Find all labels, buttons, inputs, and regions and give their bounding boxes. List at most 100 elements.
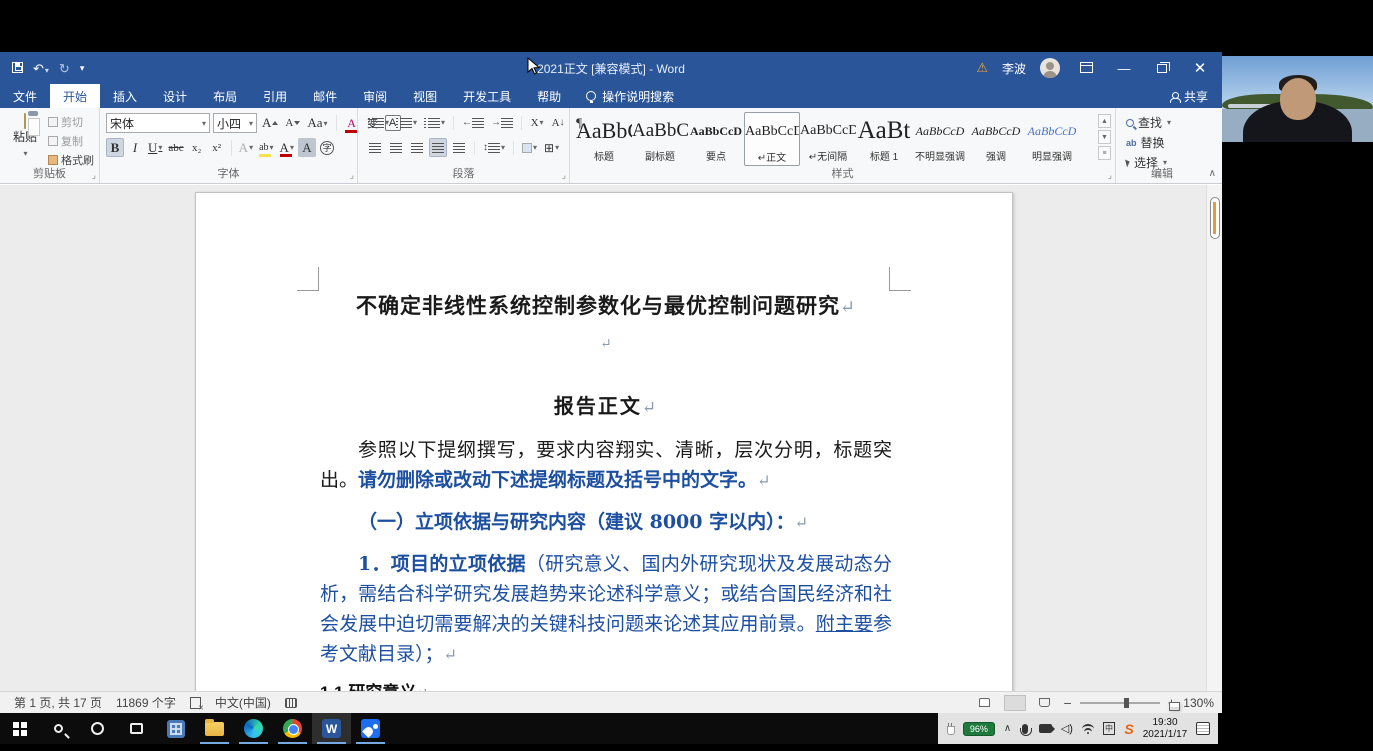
copy-button[interactable]: 复制 [48,133,94,149]
calculator-button[interactable] [156,713,195,744]
speaker-icon[interactable]: ◁) [1061,722,1073,735]
styles-scroll-up[interactable]: ▲ [1098,114,1111,128]
insert-mode-icon[interactable] [284,697,297,708]
proofing-errors-icon[interactable] [189,696,204,712]
share-button[interactable]: 共享 [1169,84,1208,108]
text-effects-button[interactable]: A ▾ [237,138,255,157]
ribbon-display-options-button[interactable] [1074,61,1098,76]
tab-view[interactable]: 视图 [400,84,450,108]
styles-dialog-launcher[interactable]: ⌟ [1108,170,1112,181]
scrollbar-thumb[interactable] [1210,197,1220,239]
cortana-button[interactable] [78,713,117,744]
print-layout-button[interactable] [1003,694,1180,711]
vertical-scrollbar[interactable] [1206,185,1222,691]
microphone-icon[interactable] [1020,723,1032,736]
battery-indicator[interactable]: 96% [962,721,995,736]
task-view-button[interactable] [117,713,156,744]
align-right-button[interactable] [408,138,426,157]
sogou-input-icon[interactable]: S [1124,721,1133,737]
tab-insert[interactable]: 插入 [100,84,150,108]
numbering-button[interactable]: ▾ [394,113,419,132]
align-center-button[interactable] [387,138,405,157]
font-name-combo[interactable]: 宋体 ▾ [106,113,210,133]
style-keypoints[interactable]: AaBbCcD 要点 [688,112,744,166]
cut-button[interactable]: 剪切 [48,114,94,130]
styles-scroll-down[interactable]: ▼ [1098,130,1111,144]
read-mode-button[interactable] [974,695,996,711]
document-page[interactable]: 不确定非线性系统控制参数化与最优控制问题研究↵ ↵ 报告正文↵ 参照以下提纲撰写… [195,192,1013,691]
edge-button[interactable] [234,713,273,744]
tell-me-search[interactable]: 操作说明搜索 [574,84,686,108]
zoom-level[interactable]: 130% [1183,696,1214,710]
language-indicator[interactable]: 中文(中国) [215,694,271,711]
change-case-button[interactable]: Aa ▾ [305,114,329,133]
notification-center-icon[interactable] [1196,722,1210,735]
tab-layout[interactable]: 布局 [200,84,250,108]
justify-button[interactable] [429,138,447,157]
tab-developer[interactable]: 开发工具 [450,84,524,108]
font-size-combo[interactable]: 小四 ▾ [213,113,257,133]
font-color-button[interactable]: A ▾ [278,138,296,157]
style-heading1[interactable]: AaBt 标题 1 [856,112,912,166]
camera-icon[interactable] [1039,724,1055,733]
increase-indent-button[interactable]: → [489,113,515,132]
restore-button[interactable] [1150,61,1174,76]
chrome-button[interactable] [273,713,312,744]
wifi-icon[interactable] [1081,723,1094,734]
tab-references[interactable]: 引用 [250,84,300,108]
file-explorer-button[interactable] [195,713,234,744]
tab-design[interactable]: 设计 [150,84,200,108]
tab-review[interactable]: 审阅 [350,84,400,108]
word-taskbar-button[interactable]: W [312,713,351,744]
minimize-button[interactable]: — [1112,61,1136,76]
tray-expand-chevron[interactable]: ∧ [1004,723,1011,734]
clock[interactable]: 19:30 2021/1/17 [1143,717,1188,741]
bullets-button[interactable]: ▾ [366,113,391,132]
decrease-indent-button[interactable]: ← [460,113,486,132]
grow-font-button[interactable]: A [260,114,280,133]
find-button[interactable]: 查找 ▾ [1126,114,1171,131]
underline-button[interactable]: U ▾ [146,138,164,157]
tab-help[interactable]: 帮助 [524,84,574,108]
enclose-characters-button[interactable]: 字 [318,138,336,157]
replace-button[interactable]: ab 替换 [1126,134,1165,151]
user-name[interactable]: 李波 [1002,60,1026,77]
style-emphasis[interactable]: AaBbCcD 强调 [968,112,1024,166]
character-shading-button[interactable]: A [297,138,316,157]
shrink-font-button[interactable]: A [283,114,302,133]
styles-more-button[interactable]: ≡ [1098,146,1111,160]
distribute-button[interactable] [450,138,468,157]
multilevel-list-button[interactable]: ▾ [422,113,447,132]
warning-icon[interactable]: ⚠ [976,60,988,76]
tab-mailings[interactable]: 邮件 [300,84,350,108]
font-dialog-launcher[interactable]: ⌟ [350,170,354,181]
line-spacing-button[interactable]: ↕ ▾ [481,138,507,157]
redo-icon[interactable]: ↻ [59,62,70,75]
collapse-ribbon-chevron[interactable]: ∧ [1209,168,1216,179]
zoom-slider-thumb[interactable] [1123,697,1129,708]
subscript-button[interactable]: x₂ [188,138,206,157]
taskbar-search-button[interactable] [39,713,78,744]
paste-button[interactable]: 粘贴 ▾ [6,113,44,166]
style-subtle-emphasis[interactable]: AaBbCcD 不明显强调 [912,112,968,166]
start-button[interactable] [0,713,39,744]
highlight-button[interactable]: ab ▾ [257,138,275,157]
paragraph-dialog-launcher[interactable]: ⌟ [562,170,566,181]
meeting-app-button[interactable] [351,713,390,744]
asian-layout-button[interactable]: X ▾ [528,113,546,132]
tab-home[interactable]: 开始 [50,84,101,108]
undo-icon[interactable]: ↶▾ [33,62,49,75]
bold-button[interactable]: B [106,138,124,157]
customize-qat-icon[interactable]: ▾ [80,63,85,73]
style-title[interactable]: AaBbC标题 [576,112,632,166]
italic-button[interactable]: I [126,138,144,157]
web-layout-button[interactable] [1034,695,1056,711]
sort-button[interactable]: A ↓ [549,113,567,132]
strikethrough-button[interactable]: abc [166,138,185,157]
zoom-out-button[interactable]: − [1064,695,1072,711]
borders-button[interactable]: ⊞ ▾ [542,138,561,157]
shading-button[interactable]: ▾ [520,138,539,157]
clipboard-dialog-launcher[interactable]: ⌟ [92,170,96,181]
tab-file[interactable]: 文件 [0,84,50,108]
avatar[interactable] [1040,58,1060,78]
